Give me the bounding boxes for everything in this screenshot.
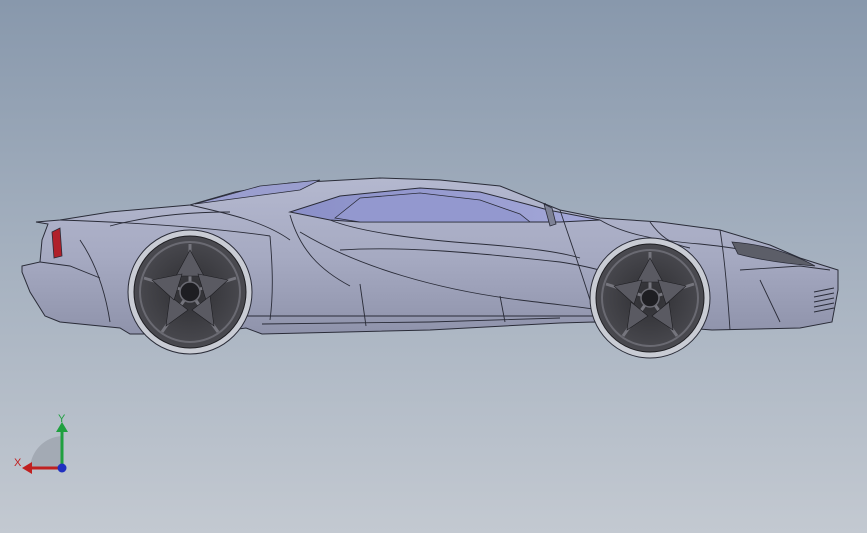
z-axis-dot xyxy=(57,463,67,473)
triad-plane xyxy=(30,436,62,468)
car-model[interactable] xyxy=(0,0,867,533)
x-axis-label: X xyxy=(14,457,22,469)
y-axis-label: Y xyxy=(58,413,66,425)
reference-triad: Y X xyxy=(14,413,68,474)
tail-light xyxy=(51,227,63,259)
rear-wheel xyxy=(127,229,253,355)
x-axis-arrowhead xyxy=(22,462,32,474)
front-wheel xyxy=(589,237,711,359)
graphics-viewport[interactable]: Y X xyxy=(0,0,867,533)
